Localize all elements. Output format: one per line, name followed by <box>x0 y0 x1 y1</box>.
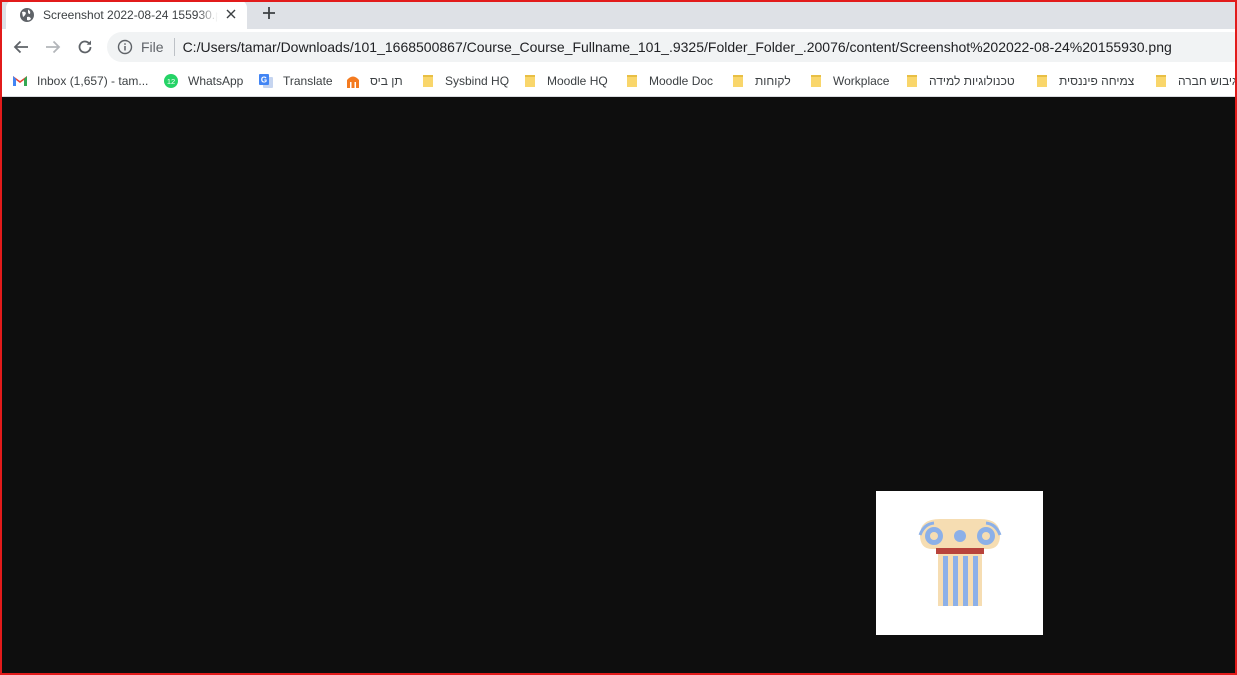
svg-text:G: G <box>261 76 267 85</box>
whatsapp-icon: 12 <box>163 73 179 89</box>
address-divider <box>173 38 175 56</box>
bookmark-folder-team-building[interactable]: גיבוש חברה <box>1153 71 1237 91</box>
displayed-image[interactable] <box>876 491 1043 635</box>
tab-title: Screenshot 2022-08-24 155930.png <box>43 7 218 22</box>
bookmark-tenbis[interactable]: תן ביס <box>345 71 403 91</box>
folder-icon <box>808 73 824 89</box>
image-viewport <box>0 97 1237 675</box>
address-bar[interactable]: File C:/Users/tamar/Downloads/101_166850… <box>107 32 1237 62</box>
reload-icon <box>78 40 92 54</box>
tenbis-icon <box>345 73 361 89</box>
bookmark-gmail[interactable]: Inbox (1,657) - tam... <box>12 71 148 91</box>
arrow-left-icon <box>13 40 28 54</box>
bookmark-folder-financial-growth[interactable]: צמיחה פיננסית <box>1034 71 1134 91</box>
folder-icon <box>730 73 746 89</box>
folder-icon <box>1153 73 1169 89</box>
tab-screenshot[interactable]: Screenshot 2022-08-24 155930.png <box>6 0 247 29</box>
close-icon[interactable] <box>223 6 239 22</box>
reload-button[interactable] <box>72 34 98 60</box>
gmail-icon <box>12 73 28 89</box>
plus-icon <box>263 7 275 19</box>
bookmark-folder-moodle-doc[interactable]: Moodle Doc <box>624 71 713 91</box>
tab-strip: Screenshot 2022-08-24 155930.png <box>0 0 1237 29</box>
bookmark-folder-sysbind-hq[interactable]: Sysbind HQ <box>420 71 509 91</box>
forward-button[interactable] <box>40 34 66 60</box>
bookmark-whatsapp[interactable]: 12 WhatsApp <box>163 71 243 91</box>
bookmark-translate[interactable]: G Translate <box>258 71 333 91</box>
column-pillar-icon <box>918 519 1001 606</box>
url-scheme: File <box>141 39 164 55</box>
globe-icon <box>20 7 34 22</box>
bookmark-folder-clients[interactable]: לקוחות <box>730 71 791 91</box>
folder-icon <box>624 73 640 89</box>
google-translate-icon: G <box>258 73 274 89</box>
info-icon[interactable] <box>117 39 133 55</box>
new-tab-button[interactable] <box>258 2 280 24</box>
toolbar: File C:/Users/tamar/Downloads/101_166850… <box>0 29 1237 65</box>
folder-icon <box>904 73 920 89</box>
folder-icon <box>1034 73 1050 89</box>
bookmark-folder-moodle-hq[interactable]: Moodle HQ <box>522 71 608 91</box>
back-button[interactable] <box>8 34 34 60</box>
folder-icon <box>522 73 538 89</box>
url-text[interactable]: C:/Users/tamar/Downloads/101_1668500867/… <box>183 39 1172 55</box>
arrow-right-icon <box>46 40 61 54</box>
svg-text:12: 12 <box>167 77 175 86</box>
bookmark-folder-workplace[interactable]: Workplace <box>808 71 889 91</box>
folder-icon <box>420 73 436 89</box>
bookmark-folder-learning-tech[interactable]: טכנולוגיות למידה <box>904 71 1015 91</box>
bookmarks-bar: Inbox (1,657) - tam... 12 WhatsApp G Tra… <box>0 65 1237 97</box>
